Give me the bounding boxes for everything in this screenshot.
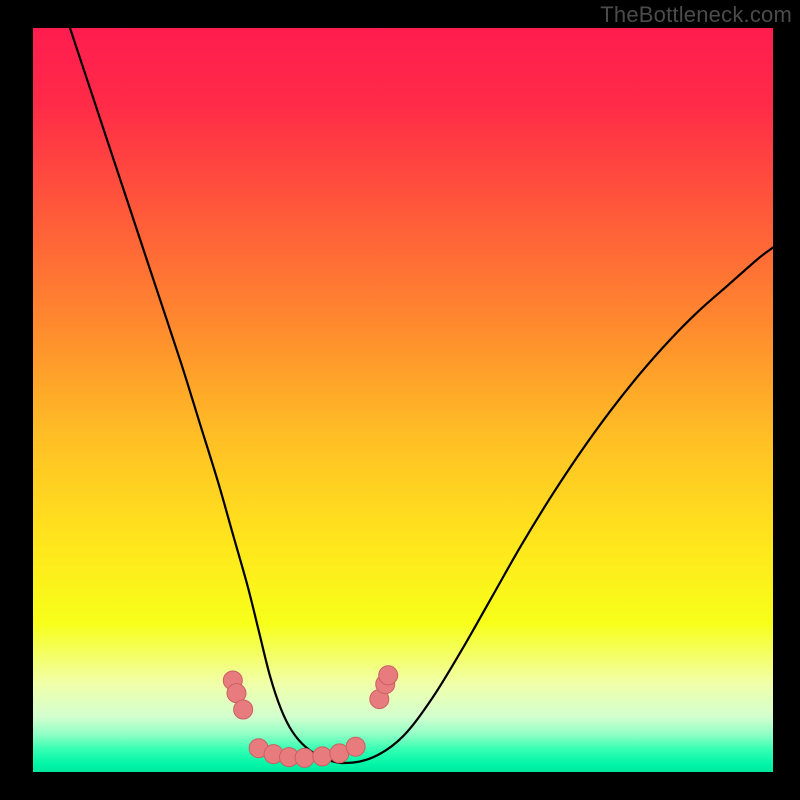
watermark-text: TheBottleneck.com	[600, 2, 792, 28]
bottleneck-curve	[70, 28, 773, 763]
curve-dots-group	[223, 666, 397, 768]
curve-dot	[234, 700, 253, 719]
plot-area	[33, 28, 773, 772]
chart-svg	[33, 28, 773, 772]
outer-frame: TheBottleneck.com	[0, 0, 800, 800]
curve-dot	[295, 748, 314, 767]
curve-dot	[379, 666, 398, 685]
curve-dot	[346, 737, 365, 756]
curve-dot	[313, 747, 332, 766]
